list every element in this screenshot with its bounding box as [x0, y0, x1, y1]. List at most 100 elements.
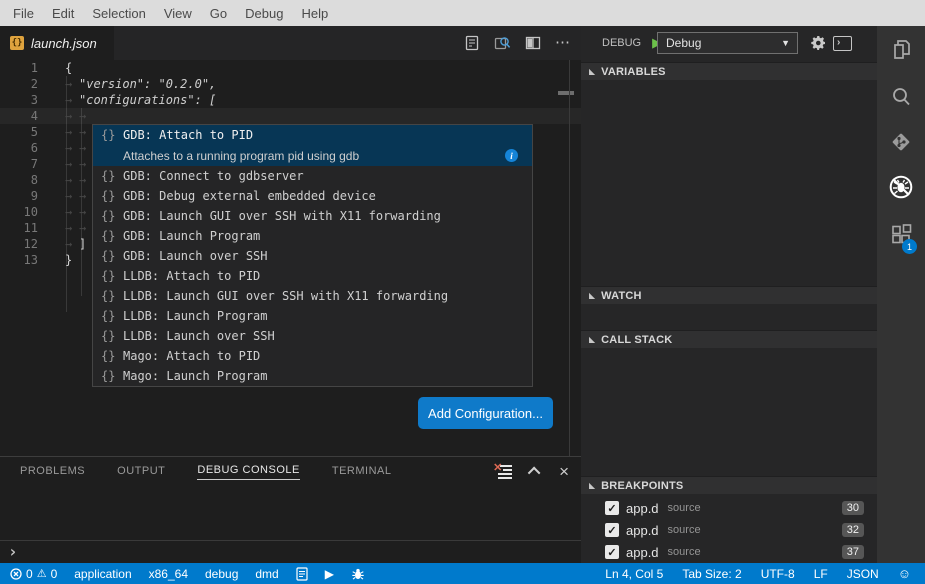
- suggest-item[interactable]: {}LLDB: Attach to PID: [93, 266, 532, 286]
- snippet-braces-icon: {}: [101, 269, 123, 283]
- debug-console-icon[interactable]: ›: [833, 36, 852, 51]
- open-launch-settings-icon[interactable]: [464, 35, 480, 51]
- breakpoint-row[interactable]: ✓ app.d source 32: [581, 519, 877, 541]
- line-number[interactable]: 13: [0, 252, 38, 268]
- problems-status[interactable]: 0 ⚠ 0: [10, 567, 57, 581]
- line-number[interactable]: 4: [0, 108, 38, 124]
- menu-help[interactable]: Help: [292, 3, 337, 24]
- line-number[interactable]: 10: [0, 204, 38, 220]
- snippet-braces-icon: {}: [101, 249, 123, 263]
- line-number[interactable]: 5: [0, 124, 38, 140]
- menu-debug[interactable]: Debug: [236, 3, 292, 24]
- suggest-item[interactable]: {}GDB: Launch over SSH: [93, 246, 532, 266]
- suggest-item[interactable]: {}LLDB: Launch over SSH: [93, 326, 532, 346]
- snippet-braces-icon: {}: [101, 128, 123, 142]
- close-panel-icon[interactable]: ×: [559, 465, 569, 478]
- tab-whitespace-icon: →: [65, 236, 79, 252]
- menu-go[interactable]: Go: [201, 3, 236, 24]
- line-number[interactable]: 12: [0, 236, 38, 252]
- run-icon[interactable]: ▶: [325, 567, 334, 581]
- suggest-item[interactable]: {}GDB: Debug external embedded device: [93, 186, 532, 206]
- line-number[interactable]: 8: [0, 172, 38, 188]
- configure-gear-icon[interactable]: [810, 35, 826, 51]
- open-preview-icon[interactable]: [494, 35, 511, 51]
- line-number[interactable]: 9: [0, 188, 38, 204]
- tab-whitespace-icon: →: [65, 76, 79, 92]
- line-number[interactable]: 7: [0, 156, 38, 172]
- eol-status[interactable]: LF: [814, 567, 828, 581]
- more-actions-icon[interactable]: ⋯: [555, 38, 571, 48]
- panel-tab-output[interactable]: OUTPUT: [117, 465, 165, 480]
- suggest-item[interactable]: {}GDB: Launch Program: [93, 226, 532, 246]
- snippet-braces-icon: {}: [101, 349, 123, 363]
- line-number[interactable]: 6: [0, 140, 38, 156]
- split-editor-icon[interactable]: [525, 35, 541, 51]
- breakpoint-row[interactable]: ✓ app.d source 30: [581, 497, 877, 519]
- breakpoint-row[interactable]: ✓ app.d source 37: [581, 541, 877, 563]
- language-mode-status[interactable]: JSON: [847, 567, 879, 581]
- suggest-item[interactable]: {}Mago: Attach to PID: [93, 346, 532, 366]
- editor-scrollbar-gutter[interactable]: [569, 60, 570, 456]
- menu-file[interactable]: File: [4, 3, 43, 24]
- line-number[interactable]: 11: [0, 220, 38, 236]
- extensions-icon[interactable]: 1: [877, 212, 925, 256]
- cursor-position-status[interactable]: Ln 4, Col 5: [605, 567, 663, 581]
- line-number[interactable]: 1: [0, 60, 38, 76]
- suggest-item[interactable]: {}Mago: Launch Program: [93, 366, 532, 386]
- bottom-panel: PROBLEMS OUTPUT DEBUG CONSOLE TERMINAL ✕…: [0, 456, 581, 563]
- menu-selection[interactable]: Selection: [83, 3, 154, 24]
- editor-line[interactable]: 3 →"configurations": [: [0, 92, 581, 108]
- section-watch[interactable]: ◣ WATCH: [581, 286, 877, 304]
- menu-edit[interactable]: Edit: [43, 3, 83, 24]
- section-variables[interactable]: ◣ VARIABLES: [581, 62, 877, 80]
- info-icon[interactable]: i: [505, 149, 518, 162]
- bug-icon[interactable]: [351, 567, 365, 581]
- tab-whitespace-icon: →: [65, 156, 79, 172]
- panel-tab-debug-console[interactable]: DEBUG CONSOLE: [197, 464, 299, 480]
- debug-icon-active[interactable]: [877, 165, 925, 209]
- source-control-icon[interactable]: [877, 120, 925, 164]
- status-bar: 0 ⚠ 0 application x86_64 debug dmd ▶ Ln …: [0, 563, 925, 584]
- encoding-status[interactable]: UTF-8: [761, 567, 795, 581]
- feedback-smiley-icon[interactable]: ☺: [898, 566, 911, 581]
- debug-configuration-select[interactable]: Debug ▼: [657, 32, 798, 54]
- breakpoint-checkbox[interactable]: ✓: [605, 545, 619, 559]
- editor-line[interactable]: 2 →"version": "0.2.0",: [0, 76, 581, 92]
- maximize-panel-icon[interactable]: [528, 467, 541, 480]
- suggest-item[interactable]: {}GDB: Launch GUI over SSH with X11 forw…: [93, 206, 532, 226]
- suggest-item[interactable]: {}GDB: Connect to gdbserver: [93, 166, 532, 186]
- suggest-item-selected[interactable]: {} GDB: Attach to PID: [93, 125, 532, 145]
- clear-console-icon[interactable]: ✕: [495, 465, 512, 478]
- breakpoint-checkbox[interactable]: ✓: [605, 501, 619, 515]
- build-type-status[interactable]: debug: [205, 567, 238, 581]
- section-call-stack[interactable]: ◣ CALL STACK: [581, 330, 877, 348]
- document-icon[interactable]: [296, 567, 308, 581]
- suggest-item[interactable]: {}LLDB: Launch GUI over SSH with X11 for…: [93, 286, 532, 306]
- workspace-status[interactable]: application: [74, 567, 131, 581]
- menu-view[interactable]: View: [155, 3, 201, 24]
- snippet-braces-icon: {}: [101, 169, 123, 183]
- indentation-status[interactable]: Tab Size: 2: [682, 567, 741, 581]
- tab-whitespace-icon: →: [79, 220, 93, 236]
- compiler-status[interactable]: dmd: [255, 567, 278, 581]
- suggest-item-label: GDB: Attach to PID: [123, 128, 253, 142]
- panel-tab-terminal[interactable]: TERMINAL: [332, 465, 392, 480]
- panel-tab-problems[interactable]: PROBLEMS: [20, 465, 85, 480]
- line-number[interactable]: 3: [0, 92, 38, 108]
- tab-whitespace-icon: →: [65, 92, 79, 108]
- editor-line-current[interactable]: 4 →→: [0, 108, 581, 124]
- console-input-prompt[interactable]: ›: [8, 543, 18, 561]
- tab-whitespace-icon: →: [79, 108, 93, 124]
- arch-status[interactable]: x86_64: [149, 567, 188, 581]
- add-configuration-button[interactable]: Add Configuration...: [418, 397, 553, 429]
- explorer-icon[interactable]: [877, 28, 925, 72]
- tab-launch-json[interactable]: {} launch.json: [0, 26, 114, 60]
- breakpoint-checkbox[interactable]: ✓: [605, 523, 619, 537]
- search-icon[interactable]: [877, 75, 925, 119]
- line-number[interactable]: 2: [0, 76, 38, 92]
- scrollbar-cursor-marker: [558, 91, 574, 95]
- section-breakpoints[interactable]: ◣ BREAKPOINTS: [581, 476, 877, 494]
- editor-line[interactable]: 1 {: [0, 60, 581, 76]
- twistie-icon: ◣: [589, 67, 595, 76]
- suggest-item[interactable]: {}LLDB: Launch Program: [93, 306, 532, 326]
